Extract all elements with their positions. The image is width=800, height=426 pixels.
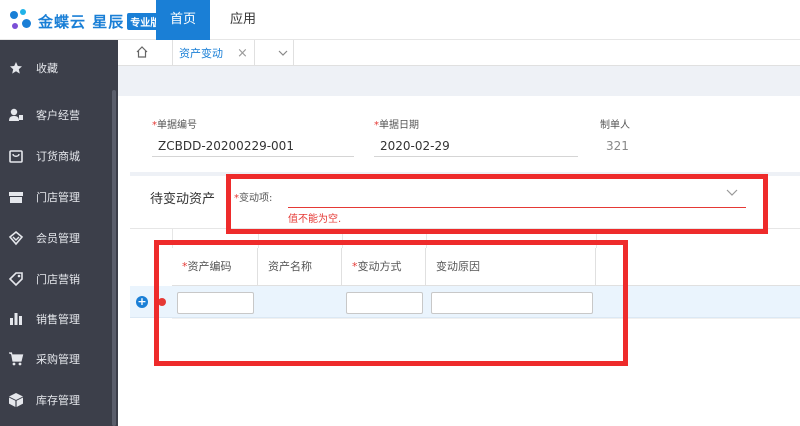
sidebar-item-mall[interactable]: 订货商城: [0, 136, 112, 176]
sidebar-item-marketing[interactable]: 门店营销: [0, 259, 112, 299]
sidebar-item-store[interactable]: 门店管理: [0, 177, 112, 217]
bill-no-label: *单据编号: [152, 120, 197, 131]
chevron-down-icon: [278, 46, 288, 60]
annotation-box-change-item: [226, 174, 768, 234]
sidebar-item-label: 采购管理: [36, 353, 80, 366]
sidebar-item-label: 门店管理: [36, 191, 80, 204]
bar-chart-icon: [8, 311, 24, 327]
nav-home[interactable]: 首页: [156, 0, 210, 40]
bill-no-field: *单据编号 ZCBDD-20200229-001: [152, 116, 354, 157]
box-icon: [8, 392, 24, 408]
creator-label: 制单人: [600, 120, 630, 131]
sidebar-item-label: 收藏: [36, 62, 58, 75]
nav-apps[interactable]: 应用: [218, 0, 268, 40]
sidebar-item-purchase[interactable]: 采购管理: [0, 339, 112, 379]
tab-list-dropdown[interactable]: [272, 40, 294, 66]
sidebar-item-favorites[interactable]: 收藏: [0, 48, 112, 88]
mall-icon: [8, 148, 24, 164]
creator-value: 321: [606, 139, 629, 153]
store-icon: [8, 189, 24, 205]
logo-icon: [8, 9, 34, 33]
tab-strip: 资产变动 ×: [118, 40, 800, 66]
sidebar-item-label: 门店营销: [36, 273, 80, 286]
pending-assets-title: 待变动资产: [150, 192, 216, 207]
tab-label: 资产变动: [179, 47, 223, 60]
sidebar-item-customer[interactable]: 客户经营: [0, 95, 112, 135]
cart-icon: [8, 351, 24, 367]
sidebar-item-sales[interactable]: 销售管理: [0, 299, 112, 339]
top-bar: 金蝶云 星辰 专业版 首页 应用: [0, 0, 800, 40]
tab-asset-change[interactable]: 资产变动 ×: [172, 40, 255, 66]
customer-icon: [8, 107, 24, 123]
sidebar-item-inventory[interactable]: 库存管理: [0, 380, 112, 420]
bill-no-input[interactable]: ZCBDD-20200229-001: [152, 137, 354, 157]
home-tab[interactable]: [130, 43, 154, 63]
logo-text: 金蝶云 星辰: [38, 12, 125, 31]
sidebar-item-label: 会员管理: [36, 232, 80, 245]
member-icon: [8, 230, 24, 246]
close-icon[interactable]: ×: [237, 46, 248, 61]
logo[interactable]: 金蝶云 星辰 专业版: [8, 8, 164, 34]
bill-date-field: *单据日期 2020-02-29: [374, 116, 578, 157]
tag-icon: [8, 271, 24, 287]
toolbar-band: [118, 66, 800, 96]
sidebar-item-member[interactable]: 会员管理: [0, 218, 112, 258]
sidebar-item-label: 客户经营: [36, 109, 80, 122]
home-icon: [135, 45, 149, 62]
sidebar-scrollbar[interactable]: [112, 90, 116, 426]
creator-field: 制单人 321: [600, 116, 800, 157]
star-icon: [8, 60, 24, 76]
sidebar-item-label: 库存管理: [36, 394, 80, 407]
sidebar: 收藏 客户经营 订货商城 门店管理 会员管理 门店营销 销售管理 采购管理 库存…: [0, 40, 118, 426]
add-row-button[interactable]: +: [136, 296, 148, 308]
sidebar-item-label: 销售管理: [36, 313, 80, 326]
annotation-box-table: [154, 240, 628, 366]
sidebar-item-label: 订货商城: [36, 150, 80, 163]
bill-date-input[interactable]: 2020-02-29: [374, 137, 578, 157]
bill-date-label: *单据日期: [374, 120, 419, 131]
